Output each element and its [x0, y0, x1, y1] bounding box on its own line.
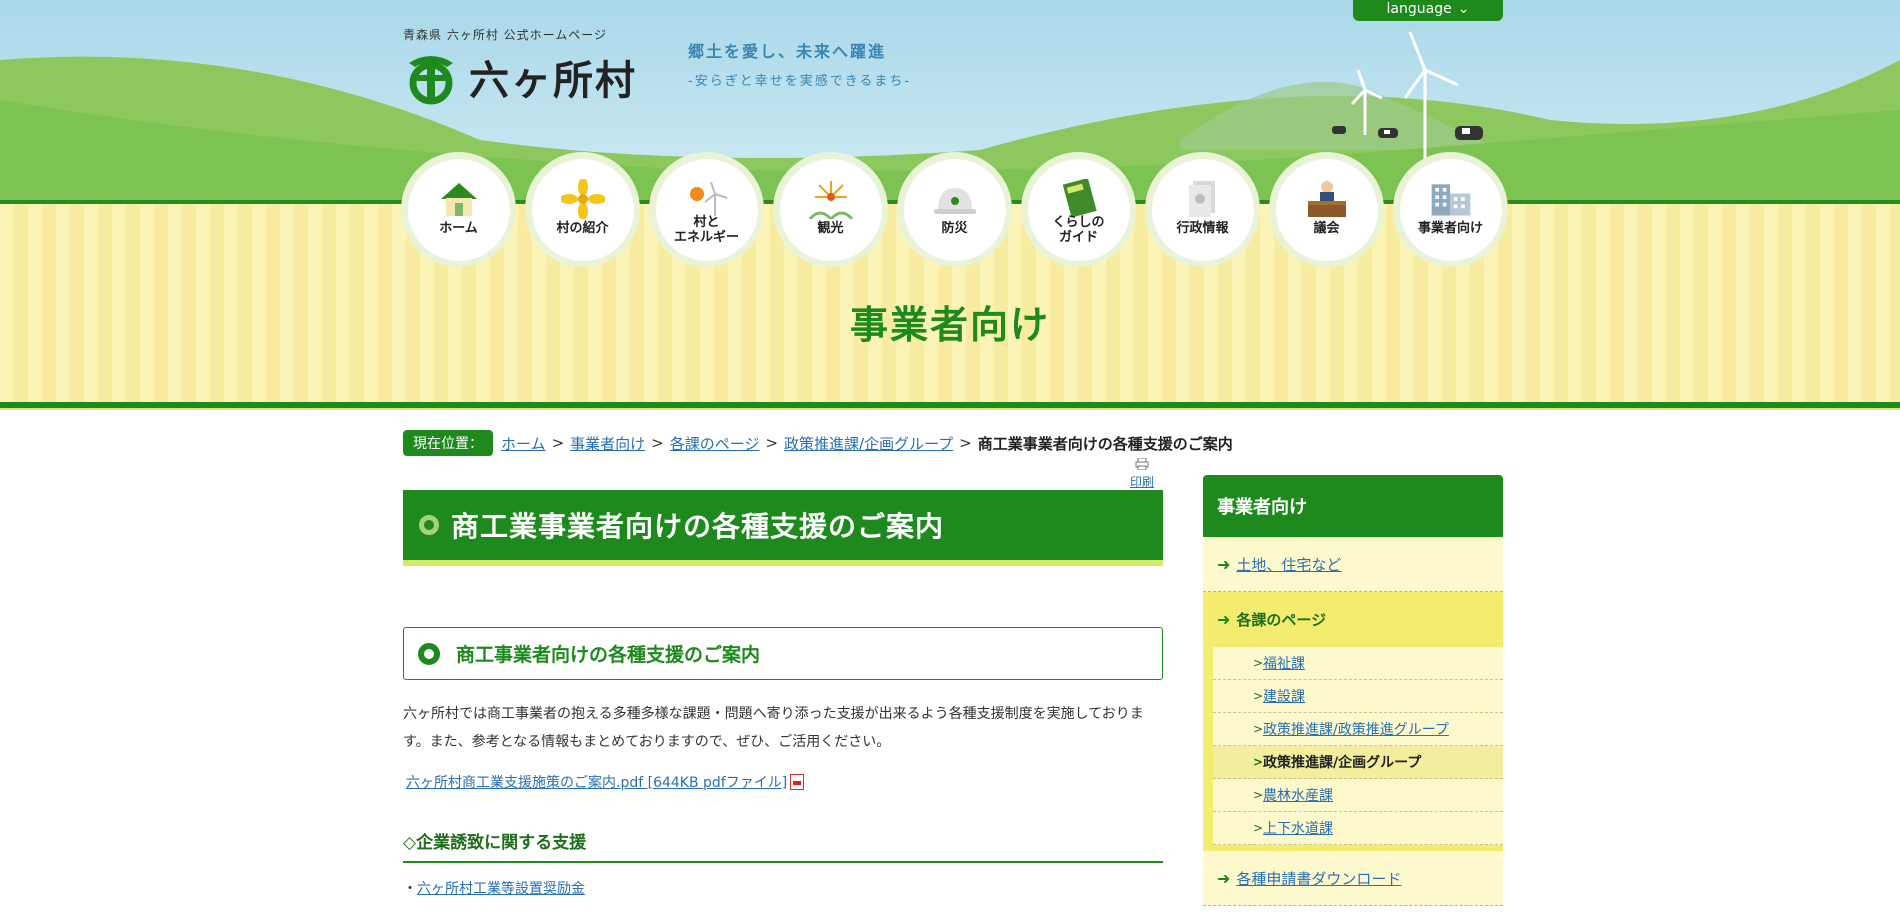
nav-item-label: くらしの ガイド — [1052, 214, 1105, 245]
site-subtitle: 青森県 六ヶ所村 公式ホームページ — [403, 28, 608, 42]
nav-item-administration[interactable]: 行政情報 — [1145, 152, 1260, 267]
sidebar-subitem-policy-group[interactable]: > 政策推進課/政策推進グループ — [1213, 713, 1503, 746]
sidebar-item-departments[interactable]: ➜ 各課のページ — [1203, 592, 1503, 647]
arrow-right-icon: ➜ — [1217, 610, 1231, 629]
sidebar-heading: 事業者向け — [1203, 475, 1503, 537]
print-button[interactable]: 印刷 — [1130, 457, 1155, 490]
nav-item-label: ホーム — [439, 220, 478, 236]
printer-icon — [1135, 457, 1149, 471]
nav-item-home[interactable]: ホーム — [401, 152, 516, 267]
windmill-icon — [684, 179, 730, 219]
sidebar-item-label: 各課のページ — [1236, 611, 1327, 629]
pdf-file-icon — [790, 774, 805, 790]
nav-item-living-guide[interactable]: くらしの ガイド — [1021, 152, 1136, 267]
breadcrumb-link-planning-group[interactable]: 政策推進課/企画グループ — [784, 433, 953, 454]
language-button[interactable]: language ⌄ — [1353, 0, 1503, 21]
pdf-download-link[interactable]: 六ヶ所村商工業支援施策のご案内.pdf [644KB pdfファイル] — [406, 772, 787, 792]
house-icon — [436, 179, 482, 219]
breadcrumb-separator: > — [651, 434, 664, 452]
sidebar-subitem-agriculture[interactable]: > 農林水産課 — [1213, 779, 1503, 812]
nav-item-village-intro[interactable]: 村の紹介 — [525, 152, 640, 267]
nav-item-energy[interactable]: 村と エネルギー — [649, 152, 764, 267]
podium-icon — [1304, 179, 1350, 219]
nav-item-label: 議会 — [1313, 220, 1340, 236]
sidebar-item-label[interactable]: 土地、住宅など — [1236, 554, 1341, 575]
intro-paragraph: 六ヶ所村では商工事業者の抱える多種多様な課題・問題へ寄り添った支援が出来るよう各… — [403, 706, 1144, 750]
sidebar-submenu: > 福祉課 > 建設課 > 政策推進課/政策推進グループ > 政策推進課/企画グ… — [1203, 647, 1503, 845]
nav-item-disaster-prevention[interactable]: 防災 — [897, 152, 1012, 267]
sidebar-item-land-housing[interactable]: ➜ 土地、住宅など — [1203, 537, 1503, 592]
fireworks-icon — [808, 179, 854, 219]
nav-item-label: 観光 — [817, 220, 844, 236]
section-subtitle-box: 商工事業者向けの各種支援のご案内 — [403, 627, 1163, 680]
nav-item-for-business[interactable]: 事業者向け — [1393, 152, 1508, 267]
sidebar-subitem-label[interactable]: 福祉課 — [1263, 653, 1305, 673]
village-motto: 郷土を愛し、未来へ躍進 — [688, 42, 887, 61]
helmet-icon — [932, 179, 978, 219]
chevron-right-icon: > — [1253, 821, 1264, 835]
page-category-heading: 事業者向け — [849, 303, 1050, 347]
chevron-right-icon: > — [1253, 755, 1264, 769]
nav-item-assembly[interactable]: 議会 — [1269, 152, 1384, 267]
site-header: 青森県 六ヶ所村 公式ホームページ 六ヶ所村 郷土を愛し、未来へ躍進 -安らぎと… — [0, 0, 1900, 410]
page-title: 商工業事業者向けの各種支援のご案内 — [451, 510, 945, 543]
sidebar-subitem-construction[interactable]: > 建設課 — [1213, 680, 1503, 713]
breadcrumb-link-departments[interactable]: 各課のページ — [670, 433, 760, 454]
language-label: language — [1386, 0, 1452, 17]
sidebar-subitem-welfare[interactable]: > 福祉課 — [1213, 647, 1503, 680]
nav-item-label: 村の紹介 — [556, 220, 609, 236]
sidebar-subitem-label[interactable]: 政策推進課/政策推進グループ — [1263, 719, 1449, 739]
arrow-right-icon: ➜ — [1217, 554, 1231, 574]
sidebar-subitem-planning-group[interactable]: > 政策推進課/企画グループ — [1213, 746, 1503, 779]
nav-item-label: 事業者向け — [1417, 220, 1483, 236]
sidebar-item-label[interactable]: 各種申請書ダウンロード — [1236, 868, 1401, 889]
nav-item-label: 行政情報 — [1176, 220, 1229, 236]
village-motto-sub: -安らぎと幸せを実感できるまち- — [688, 74, 912, 89]
breadcrumb: 現在位置： ホーム > 事業者向け > 各課のページ > 政策推進課/企画グルー… — [403, 430, 1233, 456]
chevron-right-icon: > — [1253, 788, 1264, 802]
sidebar-subitem-label[interactable]: 建設課 — [1263, 686, 1305, 706]
building-icon — [1428, 179, 1474, 219]
section-heading: ◇企業誘致に関する支援 — [403, 828, 1163, 863]
arrow-right-icon: ➜ — [1217, 868, 1231, 888]
global-nav: ホーム 村の紹介 村と エネルギー 観光 防災 くらしの ガイド 行政情報 議会… — [401, 152, 1508, 267]
pdf-download: 六ヶ所村商工業支援施策のご案内.pdf [644KB pdfファイル] — [406, 772, 805, 792]
list-bullet: ・ — [403, 881, 417, 897]
breadcrumb-link-home[interactable]: ホーム — [501, 433, 546, 454]
chevron-right-icon: > — [1253, 722, 1264, 736]
breadcrumb-link-business[interactable]: 事業者向け — [570, 433, 645, 454]
breadcrumb-separator: > — [765, 434, 779, 452]
sidebar-subitem-label[interactable]: 上下水道課 — [1263, 818, 1333, 838]
nav-item-tourism[interactable]: 観光 — [773, 152, 888, 267]
guidebook-icon — [1056, 178, 1102, 219]
site-logo[interactable]: 六ヶ所村 — [403, 48, 637, 106]
sidebar-item-forms-download[interactable]: ➜ 各種申請書ダウンロード — [1203, 851, 1503, 906]
chevron-right-icon: > — [1253, 689, 1264, 703]
breadcrumb-label: 現在位置： — [403, 430, 493, 456]
nav-item-label: 村と エネルギー — [673, 214, 739, 245]
sidebar-subitem-label: 政策推進課/企画グループ — [1263, 755, 1422, 771]
incentive-link[interactable]: 六ヶ所村工業等設置奨励金 — [417, 881, 585, 897]
page-title-box: 商工業事業者向けの各種支援のご案内 — [403, 490, 1163, 566]
chevron-right-icon: > — [1253, 656, 1264, 670]
breadcrumb-separator: > — [551, 434, 565, 452]
breadcrumb-current: 商工業事業者向けの各種支援のご案内 — [977, 434, 1233, 453]
sidebar-subitem-label[interactable]: 農林水産課 — [1263, 785, 1333, 805]
chevron-down-icon: ⌄ — [1457, 0, 1470, 17]
ring-bullet-icon — [418, 642, 440, 665]
section-subtitle: 商工事業者向けの各種支援のご案内 — [456, 644, 761, 666]
list-item: ・六ヶ所村工業等設置奨励金 — [403, 878, 585, 898]
sidebar: 事業者向け ➜ 土地、住宅など ➜ 各課のページ > 福祉課 > 建設課 > 政… — [1203, 475, 1503, 906]
print-label: 印刷 — [1130, 475, 1155, 489]
sidebar-subitem-water[interactable]: > 上下水道課 — [1213, 812, 1503, 845]
breadcrumb-separator: > — [959, 434, 972, 452]
header-bottom-band — [0, 402, 1900, 410]
document-icon — [1180, 179, 1226, 219]
logo-text: 六ヶ所村 — [469, 58, 637, 104]
village-emblem-icon — [409, 56, 453, 105]
flower-icon — [560, 178, 606, 219]
nav-item-label: 防災 — [941, 220, 968, 236]
ring-bullet-icon — [419, 515, 439, 535]
